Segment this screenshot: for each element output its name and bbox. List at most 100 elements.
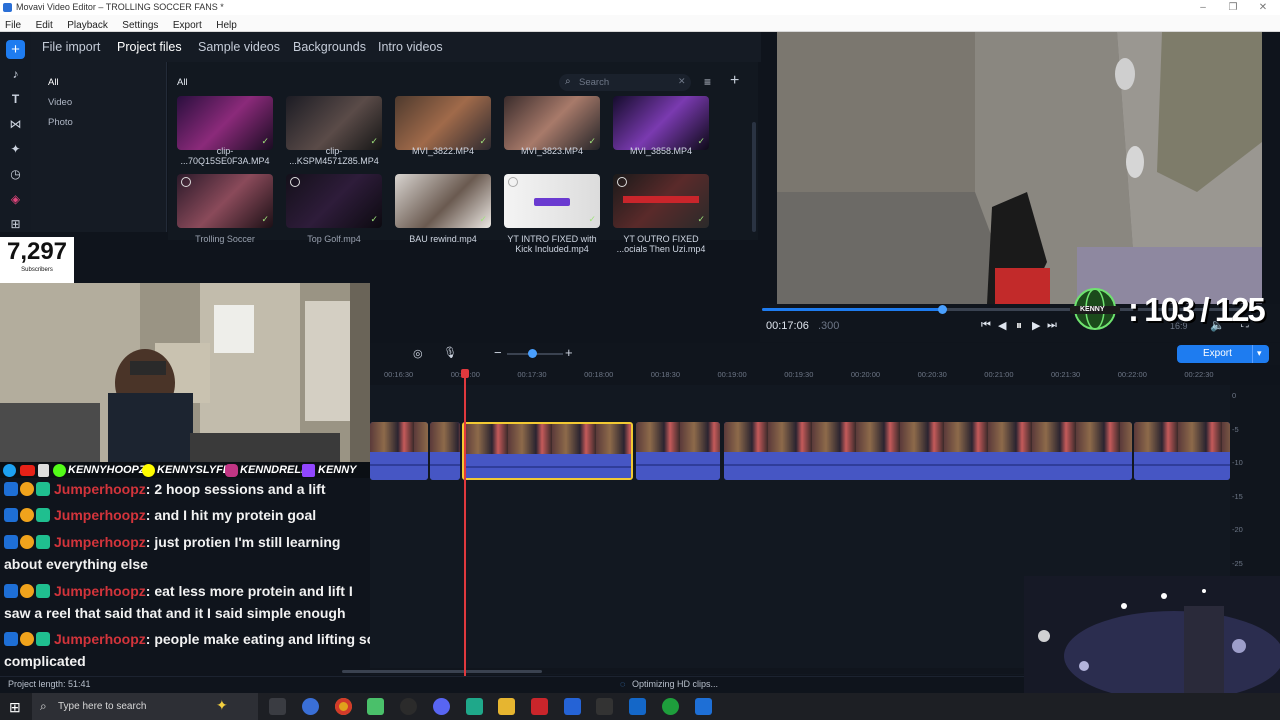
copilot-icon[interactable]: [302, 698, 319, 715]
subscriber-card: 7,297 Subscribers: [0, 237, 74, 283]
add-icon[interactable]: +: [6, 40, 25, 59]
microphone-icon[interactable]: 🎙: [443, 346, 457, 359]
file-thumb-4[interactable]: ✓: [504, 96, 600, 150]
clear-search-icon[interactable]: ✕: [678, 76, 686, 87]
export-button[interactable]: Export ▾: [1177, 345, 1269, 363]
file-name-4: MVI_3823.MP4: [520, 146, 584, 156]
timeline-clip[interactable]: [724, 422, 1132, 480]
text-icon[interactable]: T: [6, 90, 25, 109]
tab-intro-videos[interactable]: Intro videos: [378, 40, 443, 54]
next-frame-icon[interactable]: ▶: [1032, 319, 1040, 332]
pause-icon[interactable]: ⏸: [1016, 318, 1022, 333]
ruler-tick-label: 00:18:30: [650, 370, 680, 379]
title-bar: Movavi Video Editor – TROLLING SOCCER FA…: [0, 0, 1280, 15]
prev-frame-icon[interactable]: ◀: [998, 319, 1006, 332]
outro-banner: [623, 196, 699, 203]
timeline-clip[interactable]: [636, 422, 720, 480]
file-thumb-8[interactable]: ✓: [395, 174, 491, 228]
obs-icon[interactable]: [400, 698, 417, 715]
video-editor-icon[interactable]: [531, 698, 548, 715]
files-scrollbar[interactable]: [752, 122, 756, 232]
capcut-icon[interactable]: [596, 698, 613, 715]
windows-start-icon[interactable]: ⊞: [9, 699, 21, 716]
timeline-scrollbar[interactable]: [342, 670, 542, 673]
search-placeholder: Search: [579, 77, 610, 88]
file-explorer-icon[interactable]: [498, 698, 515, 715]
seek-handle[interactable]: [938, 305, 947, 314]
chat-badges: [4, 535, 50, 549]
stickers-icon[interactable]: ◈: [6, 190, 25, 209]
file-thumb-9[interactable]: ✓: [504, 174, 600, 228]
timeline-ruler[interactable]: 00:16:3000:17:0000:17:3000:18:0000:18:30…: [370, 365, 1230, 385]
pinned-app-icon[interactable]: [695, 698, 712, 715]
restore-button[interactable]: ❐: [1218, 0, 1248, 15]
more-icon[interactable]: ⊞: [6, 215, 25, 234]
file-thumb-6[interactable]: ✓: [177, 174, 273, 228]
zoom-slider[interactable]: [507, 349, 563, 358]
playhead-handle[interactable]: [461, 369, 469, 378]
skip-end-icon[interactable]: ⏭: [1047, 319, 1057, 332]
chat-username: Jumperhoopz: [54, 481, 146, 497]
discord-icon[interactable]: [433, 698, 450, 715]
category-all[interactable]: All: [48, 77, 59, 88]
ruler-tick-label: 00:21:00: [984, 370, 1014, 379]
app-icon[interactable]: [466, 698, 483, 715]
playhead[interactable]: [461, 369, 469, 676]
zoom-out-icon[interactable]: −: [494, 345, 502, 360]
tab-sample-videos[interactable]: Sample videos: [198, 40, 280, 54]
close-button[interactable]: ✕: [1248, 0, 1278, 15]
music-icon[interactable]: ♪: [6, 65, 25, 84]
task-view-icon[interactable]: [269, 698, 286, 715]
chrome-icon[interactable]: [335, 698, 352, 715]
twitter-icon: [3, 464, 16, 477]
chat-message: Jumperhoopz: 2 hoop sessions and a lift: [4, 478, 380, 500]
add-files-icon[interactable]: +: [730, 72, 739, 90]
video-preview[interactable]: [777, 32, 1262, 304]
chat-username: Jumperhoopz: [54, 631, 146, 647]
file-name-7: Top Golf.mp4: [307, 234, 361, 244]
file-thumb-1[interactable]: ✓: [177, 96, 273, 150]
tiktok-icon: [38, 464, 49, 477]
play-icon: [290, 177, 300, 187]
tab-file-import[interactable]: File import: [42, 40, 100, 54]
marker-icon[interactable]: ◎: [413, 347, 423, 360]
social-handle-2: KENNYSLYFE: [157, 464, 231, 476]
file-thumb-5[interactable]: ✓: [613, 96, 709, 150]
category-video[interactable]: Video: [48, 97, 72, 108]
timeline-clip[interactable]: [430, 422, 460, 480]
skip-start-icon[interactable]: ⏮: [981, 319, 991, 332]
zoom-handle[interactable]: [528, 349, 537, 358]
timeline-clip[interactable]: [1134, 422, 1230, 480]
tab-backgrounds[interactable]: Backgrounds: [293, 40, 366, 54]
tab-project-files[interactable]: Project files: [117, 40, 182, 54]
file-thumb-3[interactable]: ✓: [395, 96, 491, 150]
timeline-clip-selected[interactable]: [462, 422, 633, 480]
file-name-8: BAU rewind.mp4: [409, 234, 477, 244]
xbox-icon[interactable]: [662, 698, 679, 715]
play-icon: [508, 177, 518, 187]
game-icon[interactable]: [564, 698, 581, 715]
file-thumb-10[interactable]: ✓: [613, 174, 709, 228]
follower-counter-overlay: KENNY : 103 / 125: [1066, 285, 1280, 333]
file-thumb-7[interactable]: ✓: [286, 174, 382, 228]
twitch-icon: [302, 464, 315, 477]
timer-icon[interactable]: ◷: [6, 165, 25, 184]
search-box[interactable]: ⌕ Search ✕: [559, 74, 691, 91]
preview-frame: [777, 32, 1262, 304]
spinner-icon: ◌: [620, 679, 626, 689]
chat-badges: [4, 482, 50, 496]
effects-icon[interactable]: ✦: [6, 140, 25, 159]
check-icon: ✓: [370, 214, 378, 224]
store-icon[interactable]: [367, 698, 384, 715]
minimize-button[interactable]: –: [1188, 0, 1218, 15]
search-icon: ⌕: [565, 76, 571, 87]
sort-icon[interactable]: ≡: [704, 75, 711, 89]
zoom-in-icon[interactable]: +: [565, 345, 573, 360]
timeline-clip[interactable]: [370, 422, 428, 480]
outlook-icon[interactable]: [629, 698, 646, 715]
file-thumb-2[interactable]: ✓: [286, 96, 382, 150]
chevron-down-icon[interactable]: ▾: [1257, 348, 1262, 359]
taskbar-search[interactable]: ⌕ Type here to search ✦: [32, 693, 258, 720]
category-photo[interactable]: Photo: [48, 117, 73, 128]
transitions-icon[interactable]: ⋈: [6, 115, 25, 134]
